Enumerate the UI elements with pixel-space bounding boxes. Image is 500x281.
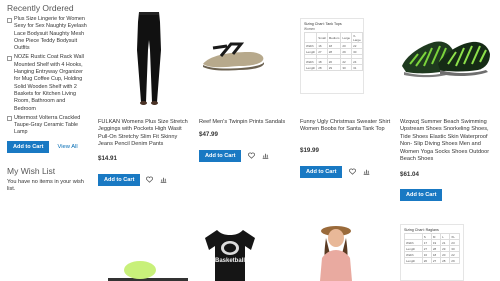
recently-ordered-item: Uttermost Volterra Crackled Taupe-Gray C… bbox=[7, 115, 87, 137]
add-to-cart-button[interactable]: Add to Cart bbox=[98, 174, 141, 186]
sidebar-add-to-cart-button[interactable]: Add to Cart bbox=[7, 140, 50, 153]
add-to-cart-button[interactable]: Add to Cart bbox=[300, 166, 343, 178]
item-checkbox[interactable] bbox=[7, 55, 12, 61]
add-to-cart-button[interactable]: Add to Cart bbox=[400, 189, 443, 201]
basketball-tshirt-image[interactable]: Basketball bbox=[203, 226, 257, 281]
raglan-size-chart-image[interactable]: Sizing Chart: Raglans S M L XL Width 17 19 21 2… bbox=[400, 224, 464, 281]
tank-top-size-chart-image[interactable]: Sizing Chart: Tank Tops Women Small Mediu… bbox=[300, 18, 364, 94]
recently-ordered-item-link[interactable]: Uttermost Volterra Crackled Taupe-Gray C… bbox=[14, 115, 87, 137]
compare-icon[interactable] bbox=[363, 168, 370, 175]
sidebar: Recently Ordered Plus Size Lingerie for … bbox=[7, 0, 87, 194]
pink-sweater-image[interactable] bbox=[312, 224, 360, 281]
recently-ordered-item-link[interactable]: NOZE Rustic Coat Rack Wall Mounted Shelf… bbox=[14, 54, 87, 112]
product-name[interactable]: Wzqwzj Summer Beach Swimming Upstream Sh… bbox=[400, 119, 495, 163]
recently-ordered-actions: Add to Cart View All bbox=[7, 140, 87, 153]
compare-icon[interactable] bbox=[160, 176, 167, 183]
wish-list-empty-message: You have no items in your wish list. bbox=[7, 178, 84, 193]
tshirt-print-text: Basketball bbox=[215, 258, 245, 264]
product-name[interactable]: FULKAN Womens Plus Size Stretch Jeggings… bbox=[98, 119, 193, 149]
product-price: $61.04 bbox=[400, 171, 419, 178]
view-all-link[interactable]: View All bbox=[57, 144, 77, 150]
product-price: $19.99 bbox=[300, 147, 319, 154]
recently-ordered-item-link[interactable]: Plus Size Lingerie for Women Sexy for Se… bbox=[14, 16, 87, 52]
water-shoes-image[interactable] bbox=[400, 36, 492, 80]
size-chart-table: Small Medium Large X-Large Width 16 18 20 22 Le… bbox=[303, 32, 363, 71]
heart-icon[interactable] bbox=[349, 168, 356, 175]
product-price: $47.99 bbox=[199, 131, 218, 138]
recently-ordered-title: Recently Ordered bbox=[7, 3, 74, 13]
compare-icon[interactable] bbox=[262, 152, 269, 159]
item-checkbox[interactable] bbox=[7, 116, 12, 122]
item-checkbox[interactable] bbox=[7, 17, 12, 23]
heart-icon[interactable] bbox=[248, 152, 255, 159]
add-to-cart-button[interactable]: Add to Cart bbox=[199, 150, 242, 162]
wish-list-title: My Wish List bbox=[7, 165, 56, 176]
recently-ordered-item: NOZE Rustic Coat Rack Wall Mounted Shelf… bbox=[7, 54, 87, 112]
size-chart-subtitle: Women bbox=[304, 27, 315, 31]
jeggings-image[interactable] bbox=[133, 10, 165, 106]
size-chart-title: Sizing Chart: Tank Tops bbox=[304, 22, 342, 26]
heart-icon[interactable] bbox=[146, 176, 153, 183]
product-name[interactable]: Reef Men's Twinpin Prints Sandals bbox=[199, 119, 294, 126]
size-chart-title: Sizing Chart: Raglans bbox=[404, 228, 439, 232]
recently-ordered-item: Plus Size Lingerie for Women Sexy for Se… bbox=[7, 16, 87, 52]
product-price: $14.91 bbox=[98, 155, 117, 162]
product-name[interactable]: Funny Ugly Christmas Sweater Shirt Women… bbox=[300, 119, 395, 134]
sandals-image[interactable] bbox=[199, 38, 267, 72]
size-chart-table: S M L XL Width 17 19 21 23 Length 27 28 29 30 Width… bbox=[404, 233, 460, 264]
slide-sandal-image[interactable] bbox=[100, 258, 192, 281]
